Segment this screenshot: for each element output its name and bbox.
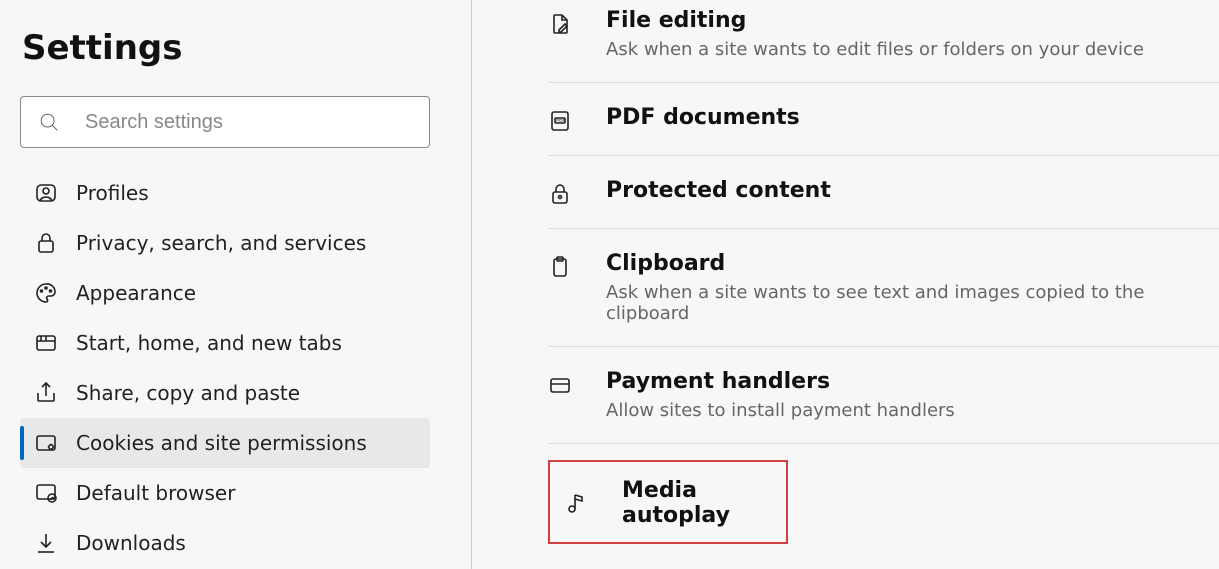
row-text: Protected content: [606, 178, 1219, 203]
row-subtitle: Ask when a site wants to see text and im…: [606, 282, 1219, 324]
row-file-editing[interactable]: File editing Ask when a site wants to ed…: [548, 0, 1219, 83]
clipboard-icon: [548, 255, 572, 279]
palette-icon: [34, 281, 58, 305]
row-text: File editing Ask when a site wants to ed…: [606, 8, 1219, 60]
row-subtitle: Allow sites to install payment handlers: [606, 400, 1219, 421]
row-media-autoplay[interactable]: Media autoplay: [548, 460, 788, 544]
cookies-icon: [34, 431, 58, 455]
search-wrapper: [20, 96, 430, 148]
row-title: Media autoplay: [622, 478, 772, 528]
sidebar-item-label: Share, copy and paste: [76, 381, 300, 405]
settings-app: Settings Profiles Privacy, search, and s…: [0, 0, 1219, 569]
sidebar-item-cookies[interactable]: Cookies and site permissions: [20, 418, 430, 468]
row-text: PDF documents: [606, 105, 1219, 130]
sidebar-item-label: Profiles: [76, 181, 149, 205]
lock-icon: [34, 231, 58, 255]
row-title: Protected content: [606, 178, 1219, 203]
sidebar-item-downloads[interactable]: Downloads: [20, 518, 430, 568]
sidebar-nav: Profiles Privacy, search, and services A…: [20, 168, 430, 568]
row-title: File editing: [606, 8, 1219, 33]
row-subtitle: Ask when a site wants to edit files or f…: [606, 39, 1219, 60]
sidebar-item-appearance[interactable]: Appearance: [20, 268, 430, 318]
row-text: Clipboard Ask when a site wants to see t…: [606, 251, 1219, 324]
row-title: Payment handlers: [606, 369, 1219, 394]
permission-list: File editing Ask when a site wants to ed…: [548, 0, 1219, 544]
profile-icon: [34, 181, 58, 205]
sidebar-item-profiles[interactable]: Profiles: [20, 168, 430, 218]
sidebar-item-privacy[interactable]: Privacy, search, and services: [20, 218, 430, 268]
sidebar-item-label: Appearance: [76, 281, 196, 305]
row-payment-handlers[interactable]: Payment handlers Allow sites to install …: [548, 347, 1219, 444]
row-clipboard[interactable]: Clipboard Ask when a site wants to see t…: [548, 229, 1219, 347]
sidebar-item-label: Default browser: [76, 481, 235, 505]
svg-text:PDF: PDF: [556, 118, 565, 123]
row-pdf-documents[interactable]: PDF PDF documents: [548, 83, 1219, 156]
sidebar-item-label: Start, home, and new tabs: [76, 331, 342, 355]
sidebar-item-label: Downloads: [76, 531, 186, 555]
row-media-autoplay-wrapper: Media autoplay: [548, 444, 1219, 544]
row-text: Payment handlers Allow sites to install …: [606, 369, 1219, 421]
main-content: File editing Ask when a site wants to ed…: [472, 0, 1219, 569]
browser-check-icon: [34, 481, 58, 505]
row-title: PDF documents: [606, 105, 1219, 130]
pdf-icon: PDF: [548, 109, 572, 133]
share-icon: [34, 381, 58, 405]
sidebar-item-share[interactable]: Share, copy and paste: [20, 368, 430, 418]
row-protected-content[interactable]: Protected content: [548, 156, 1219, 229]
download-icon: [34, 531, 58, 555]
row-title: Clipboard: [606, 251, 1219, 276]
sidebar-item-label: Privacy, search, and services: [76, 231, 366, 255]
page-title: Settings: [22, 28, 451, 68]
music-note-icon: [564, 491, 588, 515]
tabs-icon: [34, 331, 58, 355]
sidebar-item-label: Cookies and site permissions: [76, 431, 367, 455]
lock-outline-icon: [548, 182, 572, 206]
credit-card-icon: [548, 373, 572, 397]
sidebar-item-default-browser[interactable]: Default browser: [20, 468, 430, 518]
file-edit-icon: [548, 12, 572, 36]
sidebar-item-start[interactable]: Start, home, and new tabs: [20, 318, 430, 368]
search-input[interactable]: [20, 96, 430, 148]
sidebar: Settings Profiles Privacy, search, and s…: [0, 0, 472, 569]
